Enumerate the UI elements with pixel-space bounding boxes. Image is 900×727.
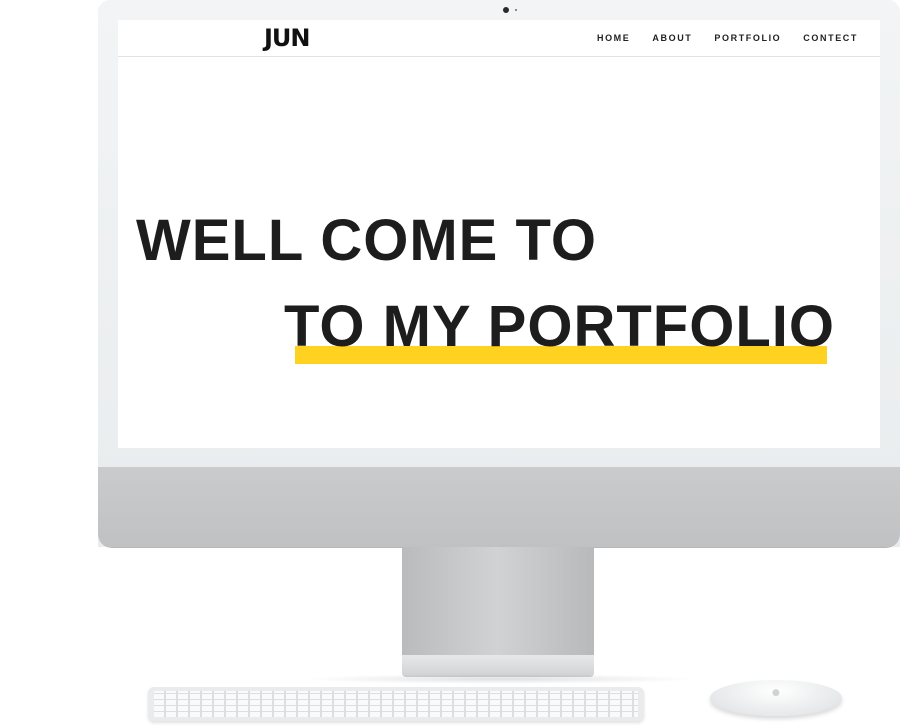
nav-home-link[interactable]: HOME: [597, 33, 630, 43]
keyboard: [148, 687, 644, 721]
camera-icon: [503, 7, 509, 13]
keyboard-keys: [154, 691, 638, 717]
stand-shadow: [300, 674, 700, 684]
navbar: JUN HOME ABOUT PORTFOLIO CONTECT: [118, 20, 880, 57]
screen: JUN HOME ABOUT PORTFOLIO CONTECT WELL CO…: [118, 20, 880, 448]
apple-icon: ●: [772, 688, 780, 698]
nav-contact-link[interactable]: CONTECT: [803, 33, 858, 43]
imac-chin: [98, 467, 900, 547]
imac-stand: [402, 547, 594, 655]
keyboard-key-rows: [154, 691, 638, 717]
nav-portfolio-link[interactable]: PORTFOLIO: [714, 33, 781, 43]
hero-heading-line-1: WELL COME TO: [136, 208, 597, 273]
nav-about-link[interactable]: ABOUT: [652, 33, 692, 43]
hero-heading-line-2-wrapper: TO MY PORTFOLIO: [284, 298, 835, 370]
nav-menu: HOME ABOUT PORTFOLIO CONTECT: [597, 20, 858, 56]
site-logo[interactable]: JUN: [264, 24, 311, 52]
mouse: ●: [710, 680, 842, 716]
hero-heading-line-2: TO MY PORTFOLIO: [284, 294, 835, 359]
camera-sensor: [515, 9, 517, 11]
